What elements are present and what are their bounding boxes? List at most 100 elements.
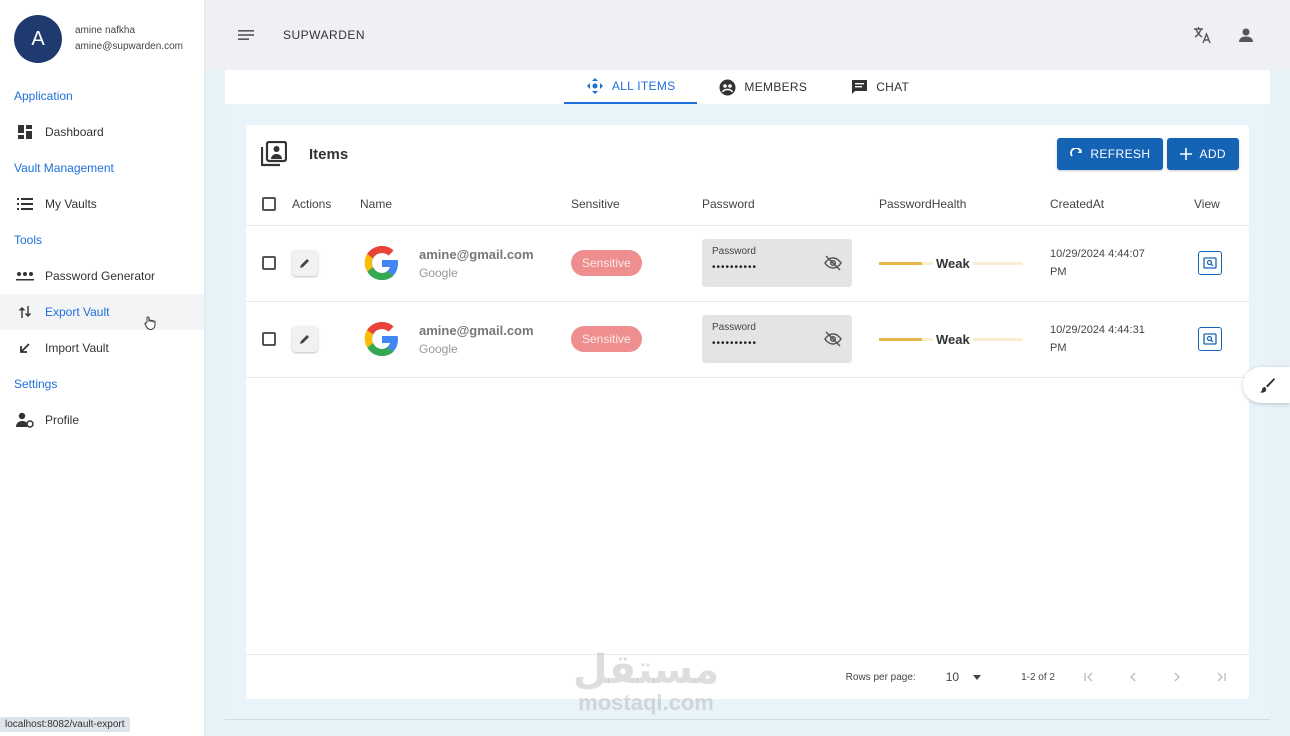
view-details-icon xyxy=(1203,257,1217,269)
section-title-application: Application xyxy=(14,89,73,103)
dark-mode-icon[interactable] xyxy=(1148,25,1168,45)
tab-label: MEMBERS xyxy=(744,80,808,94)
health-fill xyxy=(879,338,923,341)
app-title: SUPWARDEN xyxy=(283,28,366,42)
view-details-icon xyxy=(1203,333,1217,345)
top-app-bar: SUPWARDEN xyxy=(205,0,1290,70)
plus-icon xyxy=(1180,148,1193,160)
password-field-label: Password xyxy=(712,246,756,257)
health-label: Weak xyxy=(933,255,973,271)
pencil-icon xyxy=(300,259,309,268)
dropdown-arrow-icon xyxy=(973,674,982,680)
edit-button[interactable] xyxy=(292,326,318,352)
pencil-icon xyxy=(300,335,309,344)
created-at-date: 10/29/2024 4:44:31 xyxy=(1050,324,1145,336)
visibility-off-icon[interactable] xyxy=(824,331,842,350)
watermark: مستقل mostaql.com xyxy=(566,648,726,714)
brush-icon xyxy=(1259,378,1275,393)
sidebar-item-label: Export Vault xyxy=(45,305,110,319)
item-name: amine@gmail.com xyxy=(419,322,534,338)
list-icon xyxy=(16,195,34,213)
menu-icon[interactable] xyxy=(237,26,255,44)
password-mask: •••••••••• xyxy=(712,338,758,349)
items-list-icon xyxy=(261,141,287,167)
table-row: amine@gmail.com Google Sensitive Passwor… xyxy=(246,301,1249,378)
theme-customizer-button[interactable] xyxy=(1243,367,1290,403)
sidebar-item-export-vault[interactable]: Export Vault xyxy=(0,294,204,330)
next-page-icon[interactable] xyxy=(1169,672,1185,682)
section-title-tools: Tools xyxy=(14,233,43,247)
password-health-bar: Weak xyxy=(879,329,1023,349)
avatar[interactable]: A xyxy=(14,15,62,63)
sidebar-item-dashboard[interactable]: Dashboard xyxy=(0,114,204,150)
add-button[interactable]: ADD xyxy=(1167,138,1239,170)
view-button[interactable] xyxy=(1198,251,1222,275)
tab-chat[interactable]: CHAT xyxy=(829,70,931,104)
first-page-icon[interactable] xyxy=(1081,672,1097,682)
dashboard-icon xyxy=(16,123,34,141)
health-fill xyxy=(879,262,923,265)
all-items-icon xyxy=(586,77,604,95)
column-header-created-at: CreatedAt xyxy=(1050,183,1194,226)
refresh-button[interactable]: REFRESH xyxy=(1057,138,1164,170)
refresh-label: REFRESH xyxy=(1090,147,1151,161)
created-at-date: 10/29/2024 4:44:07 xyxy=(1050,248,1145,260)
column-header-password: Password xyxy=(702,183,879,226)
watermark-latin: mostaql.com xyxy=(578,690,714,715)
sidebar-item-label: Profile xyxy=(45,413,80,427)
hand-cursor-icon xyxy=(144,316,156,330)
password-field[interactable]: Password •••••••••• xyxy=(702,239,852,287)
section-title-vault-management: Vault Management xyxy=(14,161,114,175)
item-name: amine@gmail.com xyxy=(419,246,534,262)
user-name: amine nafkha xyxy=(75,25,136,36)
visibility-off-icon[interactable] xyxy=(824,255,842,274)
items-card: Items REFRESH ADD Actions Name Sensitive… xyxy=(246,125,1249,699)
card-title: Items xyxy=(309,145,349,163)
table-pagination: Rows per page: 10 1-2 of 2 xyxy=(246,654,1249,699)
sidebar-item-profile[interactable]: Profile xyxy=(0,402,204,438)
view-button[interactable] xyxy=(1198,327,1222,351)
vault-panel: ALL ITEMS MEMBERS CHAT Items REFRESH ADD… xyxy=(225,70,1270,720)
rows-per-page-select[interactable]: 10 xyxy=(946,670,982,684)
sensitive-badge: Sensitive xyxy=(571,326,642,352)
tabs-bar: ALL ITEMS MEMBERS CHAT xyxy=(225,70,1270,104)
sidebar-item-label: Password Generator xyxy=(45,269,156,283)
password-health-bar: Weak xyxy=(879,253,1023,273)
add-label: ADD xyxy=(1199,147,1226,161)
last-page-icon[interactable] xyxy=(1213,672,1229,682)
members-icon xyxy=(719,79,736,96)
password-icon xyxy=(16,267,34,285)
edit-button[interactable] xyxy=(292,250,318,276)
created-at: 10/29/2024 4:44:31 PM xyxy=(1050,321,1194,357)
tab-all-items[interactable]: ALL ITEMS xyxy=(563,70,698,104)
column-header-password-health: PasswordHealth xyxy=(879,183,1050,226)
watermark-arabic: مستقل xyxy=(572,647,720,693)
row-checkbox[interactable] xyxy=(262,256,276,270)
select-all-checkbox[interactable] xyxy=(262,196,276,211)
sensitive-badge: Sensitive xyxy=(571,250,642,276)
account-icon[interactable] xyxy=(1236,25,1256,45)
previous-page-icon[interactable] xyxy=(1125,672,1141,682)
profile-icon xyxy=(16,411,34,429)
sidebar-item-import-vault[interactable]: Import Vault xyxy=(0,330,204,366)
column-header-name: Name xyxy=(360,183,571,226)
sidebar-item-password-generator[interactable]: Password Generator xyxy=(0,258,204,294)
column-header-view: View xyxy=(1194,183,1249,226)
section-title-settings: Settings xyxy=(14,377,58,391)
item-site: Google xyxy=(419,265,458,280)
tab-members[interactable]: MEMBERS xyxy=(697,70,829,104)
row-checkbox[interactable] xyxy=(262,332,276,346)
google-logo-icon xyxy=(360,241,404,285)
password-field-label: Password xyxy=(712,322,756,333)
user-info: A amine nafkha amine@supwarden.com xyxy=(0,0,204,78)
sidebar-item-my-vaults[interactable]: My Vaults xyxy=(0,186,204,222)
pagination-range: 1-2 of 2 xyxy=(1021,671,1055,683)
tab-label: CHAT xyxy=(876,80,910,94)
created-at: 10/29/2024 4:44:07 PM xyxy=(1050,245,1194,281)
items-table: Actions Name Sensitive Password Password… xyxy=(246,183,1249,378)
password-field[interactable]: Password •••••••••• xyxy=(702,315,852,363)
translate-icon[interactable] xyxy=(1192,25,1212,45)
column-header-actions: Actions xyxy=(292,183,360,226)
status-bar-url: localhost:8082/vault-export xyxy=(0,717,130,732)
chat-icon xyxy=(851,79,868,96)
